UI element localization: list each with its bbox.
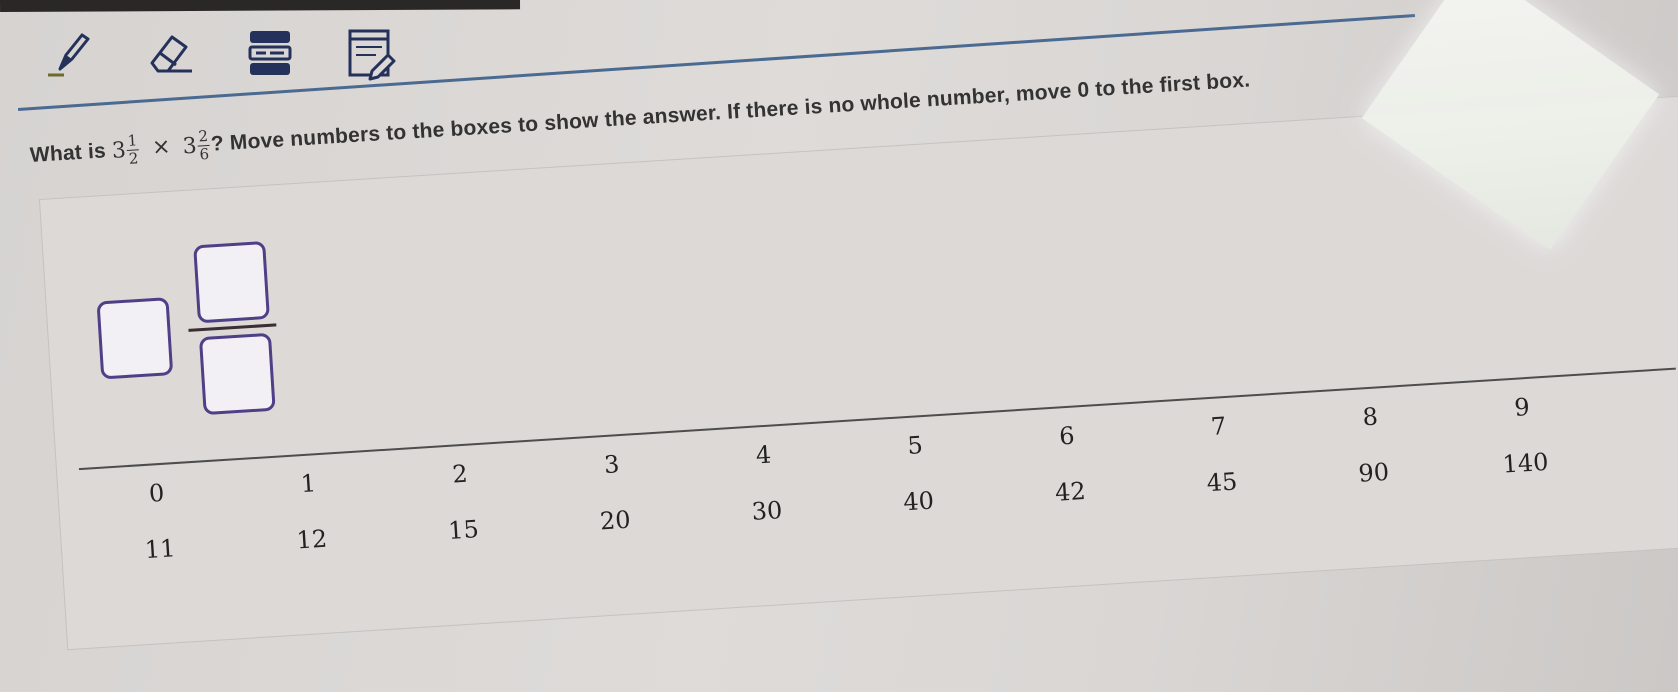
eraser-button[interactable] <box>140 23 200 83</box>
highlighter-button[interactable] <box>40 23 100 83</box>
fraction-b: 2 6 <box>197 126 211 164</box>
number-tile[interactable]: 11 <box>83 530 236 567</box>
answer-mixed-number <box>93 239 303 421</box>
number-tile[interactable]: 6 <box>990 417 1143 454</box>
fraction-a: 1 2 <box>126 131 140 168</box>
answer-fraction-bar <box>188 323 277 332</box>
fraction-a-numerator: 1 <box>127 131 138 150</box>
device-bezel <box>0 0 521 12</box>
number-tile[interactable]: 20 <box>539 502 692 539</box>
number-tile[interactable]: 30 <box>690 492 843 529</box>
eraser-icon <box>150 35 192 73</box>
number-tile[interactable]: 1 <box>232 465 385 502</box>
fraction-b-denominator: 6 <box>199 144 210 164</box>
line-reader-button[interactable] <box>240 23 300 83</box>
number-tile[interactable]: 5 <box>838 427 991 464</box>
number-tile[interactable]: 9 <box>1445 389 1598 426</box>
screen: What is 3 1 2 × 3 2 6 ? Move numbers to … <box>0 0 1678 692</box>
toolbar <box>40 18 400 88</box>
fraction-b-numerator: 2 <box>197 126 209 146</box>
denominator-drop-box[interactable] <box>198 332 276 416</box>
number-tile[interactable]: 4 <box>687 436 840 473</box>
response-area: 0123456789 11 12 15 20 30 40 42 45 90 140 <box>40 93 1678 650</box>
whole-number-drop-box[interactable] <box>96 297 174 380</box>
number-tile[interactable]: 7 <box>1142 408 1295 445</box>
number-tile[interactable]: 15 <box>387 511 540 548</box>
mixed-a-whole: 3 <box>111 138 127 164</box>
number-tile[interactable]: 3 <box>535 446 688 483</box>
question-prefix: What is <box>29 139 107 168</box>
mixed-number-b: 3 2 6 <box>181 126 212 164</box>
line-reader-icon <box>248 31 292 75</box>
mixed-number-a: 3 1 2 <box>111 131 141 168</box>
number-tile[interactable]: 0 <box>80 475 233 512</box>
number-tile[interactable]: 8 <box>1294 398 1447 435</box>
number-tile-tray: 0123456789 11 12 15 20 30 40 42 45 90 140 <box>79 375 1603 582</box>
number-tile[interactable]: 2 <box>383 455 536 492</box>
mixed-b-whole: 3 <box>181 133 198 160</box>
highlighter-icon <box>48 33 90 77</box>
number-tile[interactable]: 140 <box>1449 445 1602 482</box>
number-tile[interactable]: 40 <box>842 483 995 520</box>
numerator-drop-box[interactable] <box>193 240 270 324</box>
fraction-a-denominator: 2 <box>128 149 140 168</box>
number-tile[interactable]: 90 <box>1297 454 1450 491</box>
notepad-icon <box>348 29 396 81</box>
number-tile[interactable]: 12 <box>235 521 388 558</box>
notepad-button[interactable] <box>340 23 400 83</box>
number-tile[interactable]: 42 <box>994 473 1147 510</box>
number-tile[interactable]: 45 <box>1145 464 1298 501</box>
multiply-operator: × <box>151 134 172 161</box>
